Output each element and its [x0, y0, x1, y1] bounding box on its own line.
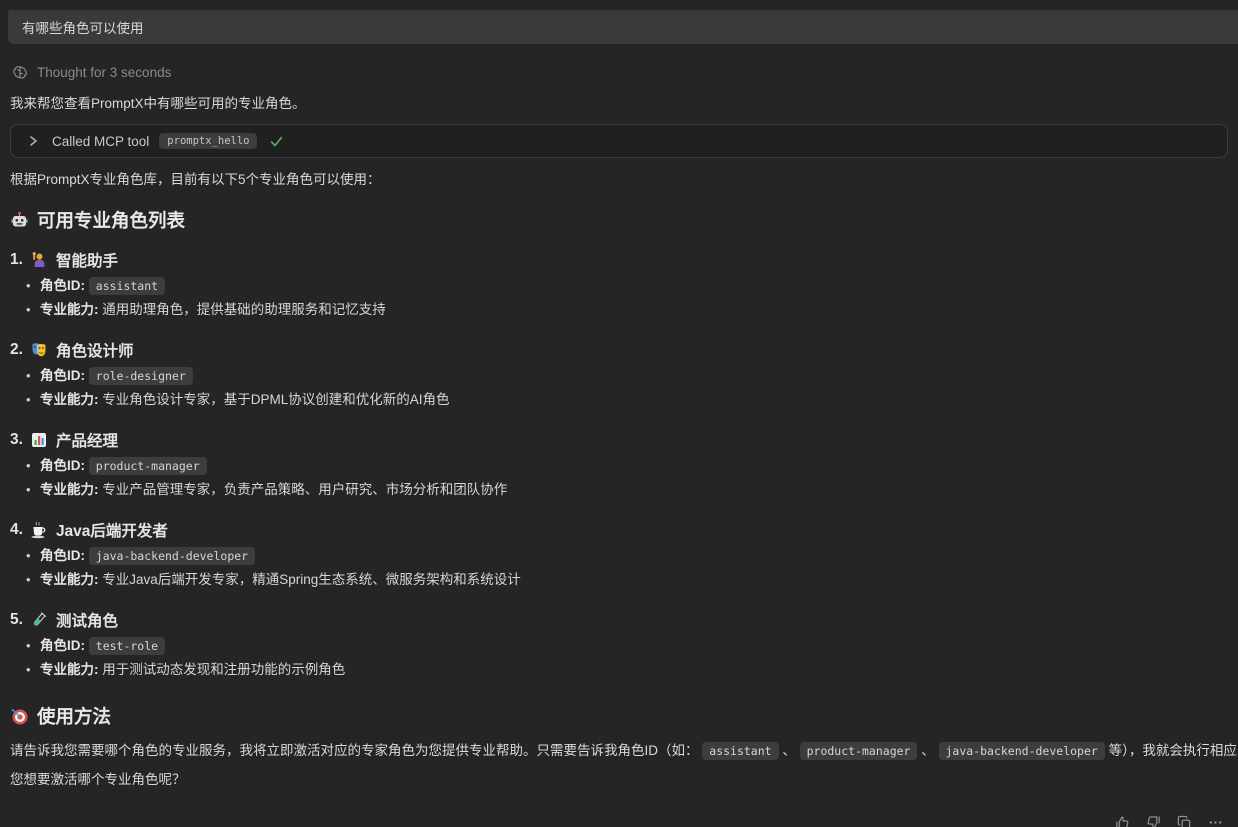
role-id-item: 角色ID: product-manager: [10, 454, 1228, 478]
raising-hand-icon: [30, 251, 49, 270]
roles-section-heading: 可用专业角色列表: [10, 208, 1228, 232]
role-properties: 角色ID: assistant 专业能力: 通用助理角色，提供基础的助理服务和记…: [10, 274, 1228, 322]
usage-code-assistant: assistant: [702, 742, 778, 760]
role-number: 2.: [10, 341, 23, 359]
role-id-chip: product-manager: [89, 457, 207, 475]
role-number: 1.: [10, 251, 23, 269]
target-icon: [10, 707, 29, 726]
thumbs-down-icon[interactable]: [1144, 813, 1162, 827]
role-id-item: 角色ID: test-role: [10, 634, 1228, 658]
role-id-chip: java-backend-developer: [89, 547, 255, 565]
closing-question: 您想要激活哪个专业角色呢？: [10, 770, 1228, 790]
masks-icon: [30, 341, 49, 360]
mcp-tool-name-badge: promptx_hello: [159, 133, 257, 149]
role-name: 智能助手: [56, 249, 118, 271]
role-ability-item: 专业能力: 专业Java后端开发专家，精通Spring生态系统、微服务架构和系统…: [10, 568, 1228, 592]
role-number: 4.: [10, 521, 23, 539]
role-ability-item: 专业能力: 专业角色设计专家，基于DPML协议创建和优化新的AI角色: [10, 388, 1228, 412]
coffee-icon: [30, 521, 49, 540]
roles-section-title: 可用专业角色列表: [37, 207, 185, 233]
brain-icon: [10, 63, 29, 82]
role-properties: 角色ID: test-role 专业能力: 用于测试动态发现和注册功能的示例角色: [10, 634, 1228, 682]
clipped-message-top: [8, 10, 96, 15]
role-id-chip: test-role: [89, 637, 165, 655]
role-id-item: 角色ID: role-designer: [10, 364, 1228, 388]
role-name: 角色设计师: [56, 339, 134, 361]
role-heading-test-role: 5. 测试角色: [10, 608, 1228, 632]
role-name: 测试角色: [56, 609, 118, 631]
role-ability-item: 专业能力: 通用助理角色，提供基础的助理服务和记忆支持: [10, 298, 1228, 322]
usage-code-java-backend-developer: java-backend-developer: [939, 742, 1105, 760]
role-number: 3.: [10, 431, 23, 449]
role-heading-assistant: 1. 智能助手: [10, 248, 1228, 272]
usage-code-product-manager: product-manager: [800, 742, 918, 760]
more-options-icon[interactable]: [1206, 813, 1224, 827]
bar-chart-icon: [30, 431, 49, 450]
role-id-item: 角色ID: java-backend-developer: [10, 544, 1228, 568]
role-properties: 角色ID: role-designer 专业能力: 专业角色设计专家，基于DPM…: [10, 364, 1228, 412]
role-heading-role-designer: 2. 角色设计师: [10, 338, 1228, 362]
role-id-chip: assistant: [89, 277, 165, 295]
robot-icon: [10, 211, 29, 230]
copy-icon[interactable]: [1175, 813, 1193, 827]
role-properties: 角色ID: java-backend-developer 专业能力: 专业Jav…: [10, 544, 1228, 592]
thumbs-up-icon[interactable]: [1113, 813, 1131, 827]
role-heading-product-manager: 3. 产品经理: [10, 428, 1228, 452]
user-message-bubble[interactable]: 有哪些角色可以使用: [8, 10, 1238, 44]
role-number: 5.: [10, 611, 23, 629]
role-id-item: 角色ID: assistant: [10, 274, 1228, 298]
test-tube-icon: [30, 611, 49, 630]
mcp-tool-call[interactable]: Called MCP tool promptx_hello: [10, 124, 1228, 158]
usage-section-heading: 使用方法: [10, 704, 1228, 728]
usage-section-title: 使用方法: [37, 703, 111, 729]
mcp-tool-call-label: Called MCP tool: [52, 134, 149, 149]
chat-transcript: 有哪些角色可以使用 Thought for 3 seconds 我来帮您查看Pr…: [0, 10, 1238, 790]
usage-instructions: 请告诉我您需要哪个角色的专业服务，我将立即激活对应的专家角色为您提供专业帮助。只…: [10, 740, 1228, 762]
role-ability-item: 专业能力: 专业产品管理专家，负责产品策略、用户研究、市场分析和团队协作: [10, 478, 1228, 502]
role-properties: 角色ID: product-manager 专业能力: 专业产品管理专家，负责产…: [10, 454, 1228, 502]
role-id-chip: role-designer: [89, 367, 193, 385]
chevron-right-icon[interactable]: [23, 132, 42, 151]
role-name: Java后端开发者: [56, 519, 168, 541]
role-heading-java-backend-developer: 4. Java后端开发者: [10, 518, 1228, 542]
message-action-bar: [1113, 813, 1224, 827]
role-ability-item: 专业能力: 用于测试动态发现和注册功能的示例角色: [10, 658, 1228, 682]
role-name: 产品经理: [56, 429, 118, 451]
thought-duration-label: Thought for 3 seconds: [37, 65, 171, 80]
check-icon: [267, 132, 286, 151]
user-message-text: 有哪些角色可以使用: [22, 17, 144, 37]
thought-duration-row[interactable]: Thought for 3 seconds: [10, 62, 1228, 82]
assistant-intro-text: 我来帮您查看PromptX中有哪些可用的专业角色。: [10, 94, 1228, 114]
result-intro-text: 根据PromptX专业角色库，目前有以下5个专业角色可以使用：: [10, 170, 1228, 190]
